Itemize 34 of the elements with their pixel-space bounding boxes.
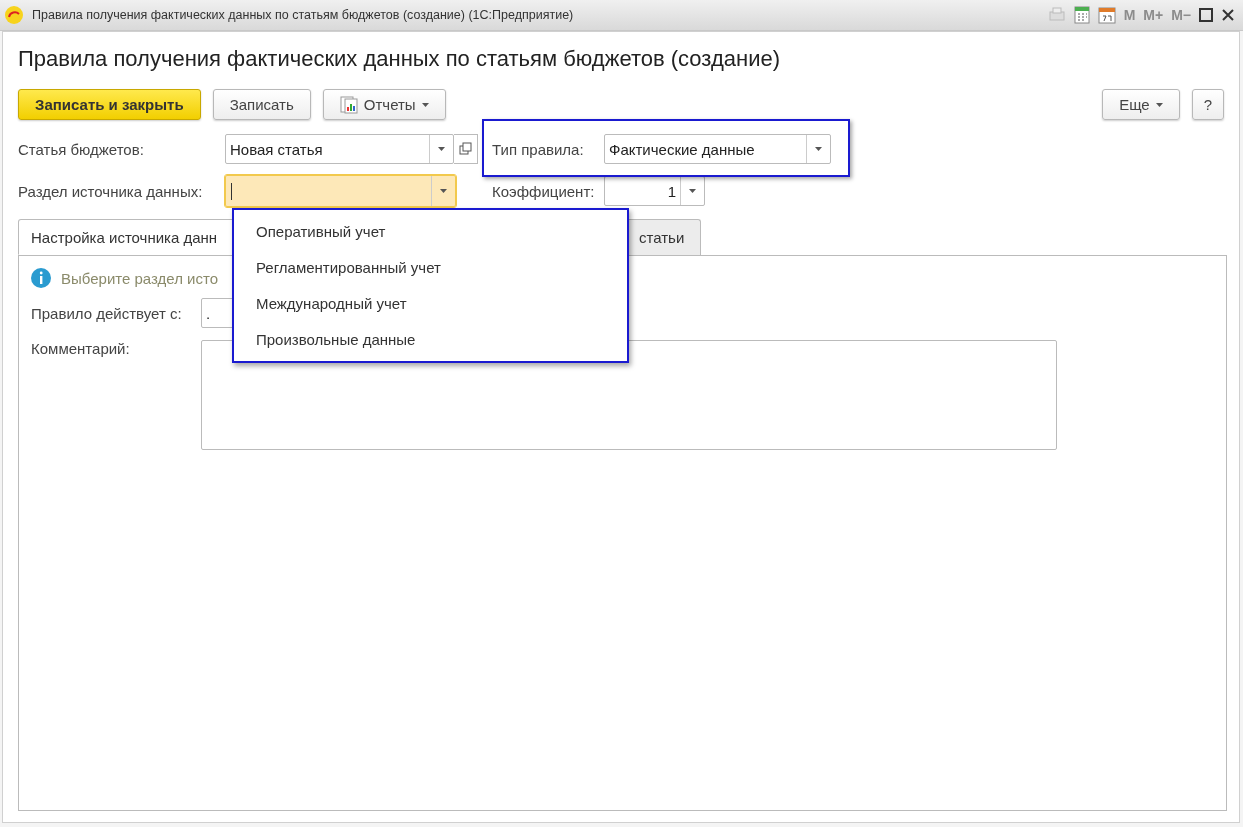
budget-item-field[interactable]: Новая статья xyxy=(225,134,454,164)
caret-icon xyxy=(440,189,447,193)
caret-icon xyxy=(689,189,696,193)
caret-icon xyxy=(421,102,429,107)
source-section-field[interactable] xyxy=(225,175,456,207)
coefficient-field[interactable]: 1 xyxy=(604,176,705,206)
reports-button[interactable]: Отчеты xyxy=(322,89,446,120)
field-label: Коэффициент: xyxy=(492,182,596,200)
help-button[interactable]: ? xyxy=(1191,89,1224,120)
field-label: Раздел источника данных: xyxy=(18,182,204,200)
field-label: Статья бюджетов: xyxy=(18,140,145,158)
logo-icon xyxy=(4,5,24,25)
calendar-icon[interactable] xyxy=(1097,6,1116,24)
calculator-icon[interactable] xyxy=(1073,6,1090,24)
field-label: Комментарий: xyxy=(31,340,131,359)
maximize-icon[interactable] xyxy=(1199,8,1213,22)
save-close-button[interactable]: Записать и закрыть xyxy=(18,89,201,120)
field-label: Правило действует с: xyxy=(31,304,183,322)
dropdown-option[interactable]: Международный учет xyxy=(234,285,627,321)
close-icon[interactable] xyxy=(1221,8,1235,22)
report-icon xyxy=(339,95,358,114)
info-icon xyxy=(31,268,51,288)
open-icon[interactable] xyxy=(454,134,478,164)
window-title: Правила получения фактических данных по статьям бюджетов (создание) (1С:Предприятие) xyxy=(32,8,575,22)
caret-icon xyxy=(1155,102,1163,107)
caret-icon xyxy=(438,147,445,151)
save-button[interactable]: Записать xyxy=(212,89,311,120)
hint-text: Выберите раздел исто xyxy=(61,269,218,287)
rule-type-field[interactable]: Фактические данные xyxy=(604,134,831,164)
form-heading: Правила получения фактических данных по статьям бюджетов (создание) xyxy=(17,45,781,73)
dropdown-option[interactable]: Произвольные данные xyxy=(234,321,627,357)
field-label: Тип правила: xyxy=(492,140,585,158)
more-button[interactable]: Еще xyxy=(1102,89,1180,120)
caret-icon xyxy=(815,147,822,151)
